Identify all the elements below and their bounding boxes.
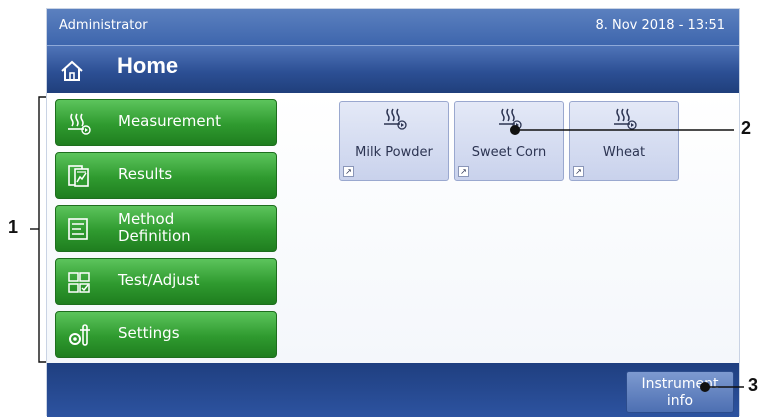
callout-2-dot (510, 125, 520, 135)
callout-3: 3 (748, 375, 759, 395)
callout-overlay (30, 96, 744, 392)
callout-2: 2 (741, 118, 752, 138)
callout-bracket (38, 96, 46, 363)
callout-1: 1 (8, 217, 19, 237)
callout-3-dot (700, 382, 710, 392)
